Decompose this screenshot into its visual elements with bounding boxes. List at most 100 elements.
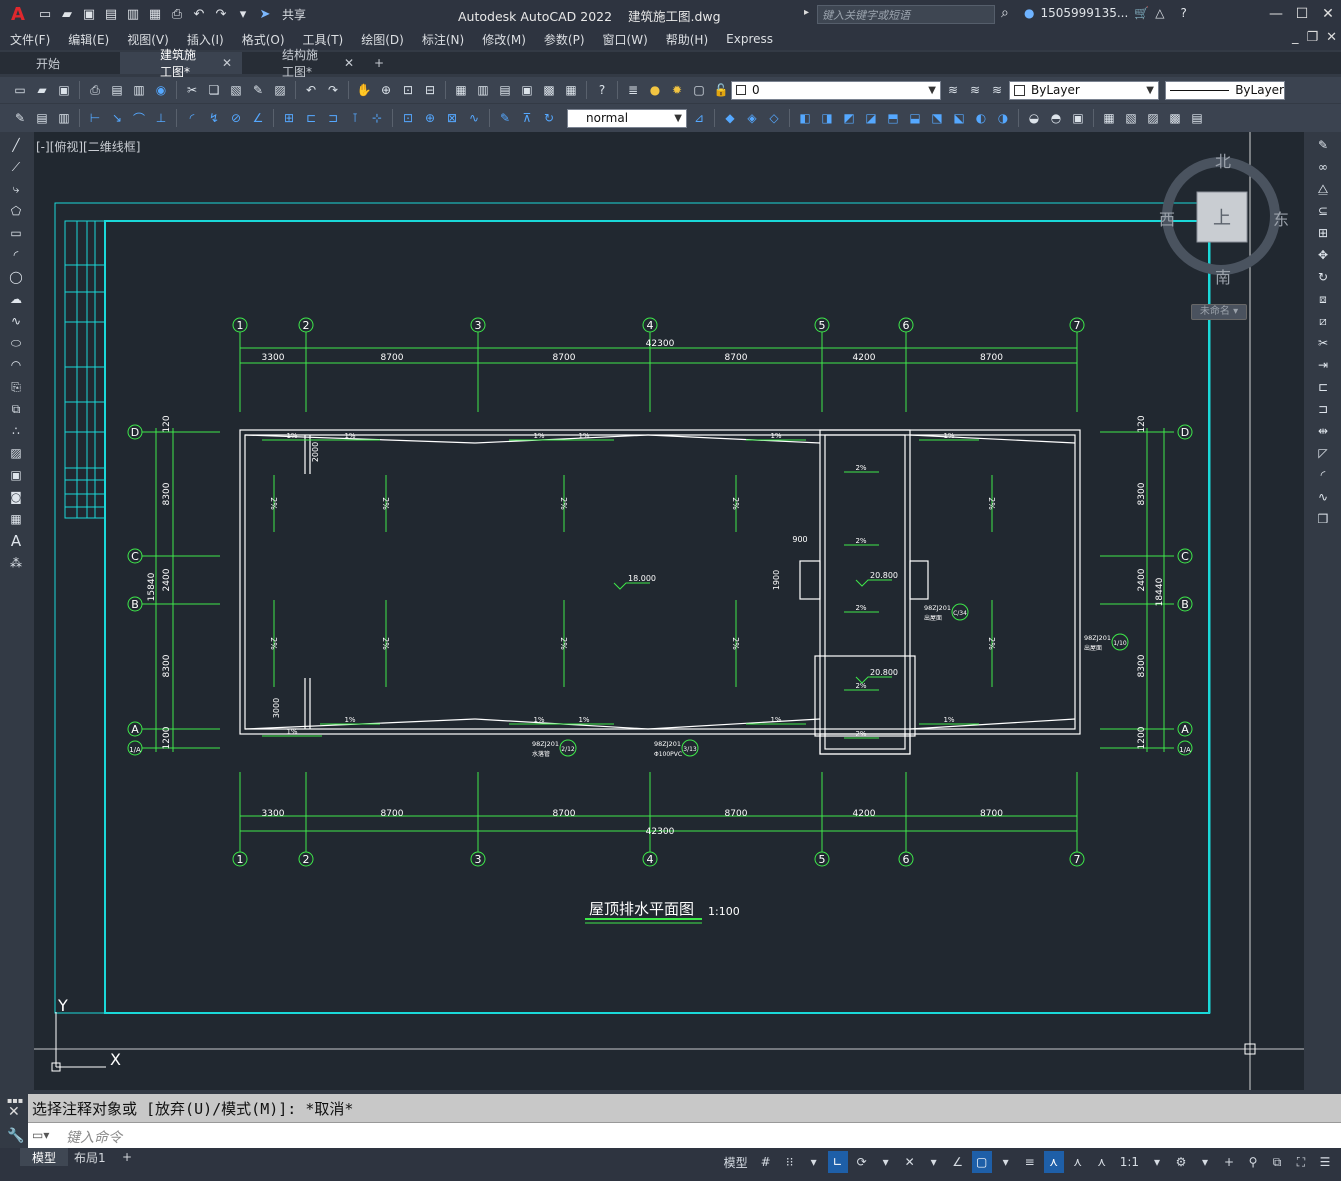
dim-ordinate-icon[interactable]: ⊥	[151, 108, 171, 128]
table-icon[interactable]: ▦	[1099, 108, 1119, 128]
view-bottom-icon[interactable]: ◓	[1046, 108, 1066, 128]
scale-icon[interactable]: ⧈	[1311, 288, 1335, 310]
help-icon[interactable]: ?	[1180, 6, 1186, 20]
gradient-icon[interactable]: ▣	[4, 464, 28, 486]
save-icon[interactable]: ▣	[80, 5, 98, 23]
dim-arc-icon[interactable]: ⌒	[129, 108, 149, 128]
region-icon[interactable]: ◙	[4, 486, 28, 508]
open-icon[interactable]: ▰	[32, 80, 52, 100]
jog-line-icon[interactable]: ∿	[464, 108, 484, 128]
redo-icon[interactable]: ↷	[212, 5, 230, 23]
search-input[interactable]: 键入关键字或短语	[817, 5, 995, 24]
polygon-icon[interactable]: ⬠	[4, 200, 28, 222]
plot-icon[interactable]: ⎙	[85, 80, 105, 100]
edit-icon[interactable]: ✎	[10, 108, 30, 128]
block-icon[interactable]: ▨	[270, 80, 290, 100]
layer-dropdown[interactable]: 0 ▼	[731, 80, 941, 100]
layer-properties-icon[interactable]: ≣	[623, 80, 643, 100]
circle-icon[interactable]: ◯	[4, 266, 28, 288]
compass-west[interactable]: 西	[1159, 206, 1175, 230]
minimize-button[interactable]: —	[1263, 0, 1289, 28]
toolpalette-icon[interactable]: ▤	[495, 80, 515, 100]
layer-state-icon[interactable]: ≋	[987, 80, 1007, 100]
menu-item[interactable]: 修改(M)	[472, 31, 534, 48]
chevron-down-icon[interactable]: ▾	[924, 1151, 944, 1173]
trim-icon[interactable]: ✂	[1311, 332, 1335, 354]
close-button[interactable]: ✕	[1315, 0, 1341, 28]
connect-icon[interactable]: △	[1155, 6, 1164, 20]
explode-icon[interactable]: ❒	[1311, 508, 1335, 530]
publish-icon[interactable]: ▥	[129, 80, 149, 100]
polar-icon[interactable]: ⟳	[852, 1151, 872, 1173]
copy-icon[interactable]: ∞	[1311, 156, 1335, 178]
ucs-object-icon[interactable]: ◨	[817, 108, 837, 128]
menu-icon[interactable]: ☰	[1315, 1151, 1335, 1173]
construction-line-icon[interactable]: ⟋	[4, 156, 28, 178]
chevron-down-icon[interactable]: ▾	[1147, 1151, 1167, 1173]
compass-north[interactable]: 北	[1215, 148, 1231, 172]
new-icon[interactable]: ▭	[10, 80, 30, 100]
dim-baseline-icon[interactable]: ⊏	[301, 108, 321, 128]
attribute-icon[interactable]: ▤	[32, 108, 52, 128]
search-icon[interactable]: ⌕	[1001, 5, 1019, 23]
expand-icon[interactable]: ▸	[804, 7, 809, 18]
dim-jogged-icon[interactable]: ↯	[204, 108, 224, 128]
isodraft-icon[interactable]: ✕	[900, 1151, 920, 1173]
join-icon[interactable]: ⇹	[1311, 420, 1335, 442]
chevron-down-icon[interactable]: ▾	[804, 1151, 824, 1173]
layer-viewport-icon[interactable]: ▢	[689, 80, 709, 100]
insert-block-icon[interactable]: ⎘	[4, 376, 28, 398]
plus-icon[interactable]: +	[1219, 1151, 1239, 1173]
tab-layout1[interactable]: 布局1	[62, 1148, 118, 1166]
ellipse-icon[interactable]: ⬭	[4, 332, 28, 354]
zoom-window-icon[interactable]: ⊡	[398, 80, 418, 100]
mirror-icon[interactable]: ⧋	[1311, 178, 1335, 200]
hatch-icon[interactable]: ▨	[4, 442, 28, 464]
clean-screen-icon[interactable]: ⛶	[1291, 1151, 1311, 1173]
menu-item[interactable]: 窗口(W)	[593, 31, 656, 48]
image-icon[interactable]: ▤	[1187, 108, 1207, 128]
ortho-icon[interactable]: ∟	[827, 1151, 848, 1173]
add-selected-icon[interactable]: ⁂	[4, 552, 28, 574]
annotation-scale-value[interactable]: 1:1	[1116, 1155, 1143, 1169]
publish-icon[interactable]: ▥	[124, 5, 142, 23]
sheetset-icon[interactable]: ▣	[517, 80, 537, 100]
web-icon[interactable]: ◉	[151, 80, 171, 100]
chevron-down-icon[interactable]: ▾	[1195, 1151, 1215, 1173]
menu-item[interactable]: 格式(O)	[232, 31, 293, 48]
help-icon[interactable]: ?	[592, 80, 612, 100]
dim-text-edit-icon[interactable]: ⊼	[517, 108, 537, 128]
dim-angular-icon[interactable]: ∠	[248, 108, 268, 128]
undo-icon[interactable]: ↶	[301, 80, 321, 100]
compass-south[interactable]: 南	[1215, 264, 1231, 288]
quick-dim-icon[interactable]: ⊞	[279, 108, 299, 128]
object-snap-tracking-icon[interactable]: ∠	[948, 1151, 968, 1173]
linetype-dropdown[interactable]: ByLayer	[1165, 80, 1285, 100]
dim-linear-icon[interactable]: ⊢	[85, 108, 105, 128]
dim-continue-icon[interactable]: ⊐	[323, 108, 343, 128]
dim-style-icon[interactable]: ⊿	[689, 108, 709, 128]
ucs-zaxis-icon[interactable]: ⬒	[883, 108, 903, 128]
menu-item[interactable]: 绘图(D)	[351, 31, 412, 48]
table-icon[interactable]: ▦	[4, 508, 28, 530]
app-logo[interactable]: A	[0, 0, 36, 28]
doc-tab[interactable]: 开始	[0, 52, 120, 74]
ucs-z-icon[interactable]: ◐	[971, 108, 991, 128]
dim-aligned-icon[interactable]: ↘	[107, 108, 127, 128]
tab-model[interactable]: 模型	[20, 1148, 69, 1166]
menu-item[interactable]: 参数(P)	[534, 31, 593, 48]
dim-update-icon[interactable]: ↻	[539, 108, 559, 128]
annotation-scale-icon[interactable]: ⋏	[1092, 1151, 1112, 1173]
block-icon[interactable]: ▧	[1121, 108, 1141, 128]
model-space-button[interactable]: 模型	[720, 1154, 752, 1171]
ucs-y-icon[interactable]: ⬕	[949, 108, 969, 128]
undo-icon[interactable]: ↶	[190, 5, 208, 23]
command-prompt-icon[interactable]: ▭▾	[32, 1128, 49, 1142]
new-tab-button[interactable]: +	[364, 52, 394, 74]
layer-on-icon[interactable]: ●	[645, 80, 665, 100]
calculator-icon[interactable]: ▦	[561, 80, 581, 100]
layer-freeze-icon[interactable]: ✹	[667, 80, 687, 100]
properties-icon[interactable]: ▦	[451, 80, 471, 100]
chevron-down-icon[interactable]: ▾	[996, 1151, 1016, 1173]
doc-tab[interactable]: 结构施工图* ✕	[242, 48, 364, 79]
